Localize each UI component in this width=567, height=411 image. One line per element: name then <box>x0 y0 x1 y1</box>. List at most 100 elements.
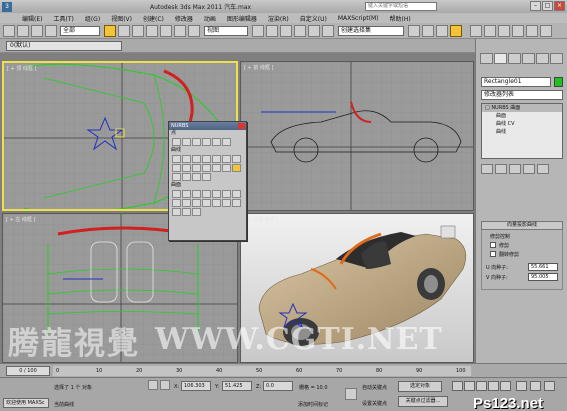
object-name-field[interactable]: Rectangle01 <box>481 77 551 87</box>
go-to-start-icon[interactable] <box>452 381 463 391</box>
multisided-blend-icon[interactable] <box>172 208 181 216</box>
maxscript-listener[interactable]: 欢迎使用 MAXSc <box>3 398 49 408</box>
viewport-label-left[interactable]: [ + 左 线框 ] <box>6 216 35 223</box>
blend-curve-icon[interactable] <box>212 155 221 163</box>
cv-surface-icon[interactable] <box>172 190 181 198</box>
cap-surface-icon[interactable] <box>192 199 201 207</box>
snap-icon[interactable] <box>294 25 306 37</box>
set-key-label[interactable]: 设置关键点 <box>362 400 387 407</box>
close-button[interactable]: × <box>554 1 565 11</box>
offset-surface-icon[interactable] <box>212 190 221 198</box>
configure-sets-icon[interactable] <box>537 164 549 174</box>
material-editor-icon[interactable] <box>498 25 510 37</box>
next-frame-icon[interactable] <box>488 381 499 391</box>
stack-item-nurbs-surface[interactable]: □ NURBS 曲面 <box>482 104 562 112</box>
graphite-tools-icon[interactable] <box>450 25 462 37</box>
percent-snap-icon[interactable] <box>322 25 334 37</box>
menu-create[interactable]: 创建(C) <box>143 14 164 23</box>
add-time-tag[interactable]: 添加时间标记 <box>298 401 328 408</box>
time-slider[interactable]: 0 / 100 <box>6 366 50 376</box>
named-selection-dropdown[interactable]: 创建选择集 <box>338 26 404 36</box>
auto-key-label[interactable]: 自动关键点 <box>362 384 387 391</box>
extrude-surface-icon[interactable] <box>232 190 241 198</box>
ref-coord-dropdown[interactable]: 视图 <box>204 26 248 36</box>
absolute-mode-icon[interactable] <box>160 380 170 390</box>
transform-curve-icon[interactable] <box>202 155 211 163</box>
play-icon[interactable] <box>476 381 487 391</box>
fit-curve-icon[interactable] <box>192 155 201 163</box>
rotate-icon[interactable] <box>174 25 186 37</box>
layer-manager-icon[interactable] <box>436 25 448 37</box>
selection-filter-dropdown[interactable]: 全部 <box>60 26 100 36</box>
nurbs-toolbox-title[interactable]: NURBS <box>169 122 246 130</box>
chamfer-curve-icon[interactable] <box>172 164 181 172</box>
zoom-icon[interactable] <box>516 381 527 391</box>
menu-modifiers[interactable]: 修改器 <box>175 14 193 23</box>
unlink-icon[interactable] <box>45 25 57 37</box>
viewport-label-top[interactable]: [ + 顶 线框 ] <box>7 65 36 72</box>
create-tab-icon[interactable] <box>480 53 493 64</box>
schematic-view-icon[interactable] <box>484 25 496 37</box>
pin-stack-icon[interactable] <box>481 164 493 174</box>
menu-help[interactable]: 帮助(H) <box>390 14 411 23</box>
x-coord-field[interactable]: 106.303 <box>181 381 211 391</box>
modifier-list-dropdown[interactable]: 修改器列表 <box>481 90 563 100</box>
surface-curve-point-icon[interactable] <box>222 138 231 146</box>
vector-projected-curve-icon[interactable] <box>232 164 241 172</box>
surface-point-icon[interactable] <box>212 138 221 146</box>
point-tool-icon[interactable] <box>172 138 181 146</box>
select-region-icon[interactable] <box>132 25 144 37</box>
app-logo-icon[interactable]: 3 <box>2 1 12 12</box>
object-color-swatch[interactable] <box>554 77 563 87</box>
v-iso-curve-icon[interactable] <box>212 164 221 172</box>
show-end-result-icon[interactable] <box>495 164 507 174</box>
point-curve-on-surface-icon[interactable] <box>182 173 191 181</box>
curve-editor-icon[interactable] <box>470 25 482 37</box>
display-tab-icon[interactable] <box>536 53 549 64</box>
point-surface-icon[interactable] <box>182 190 191 198</box>
move-icon[interactable] <box>160 25 172 37</box>
undo-icon[interactable] <box>3 25 15 37</box>
nurbs-toolbox[interactable]: NURBS 点 曲线 曲面 <box>168 121 247 241</box>
rail-sweep-1-icon[interactable] <box>222 199 231 207</box>
utilities-tab-icon[interactable] <box>550 53 563 64</box>
surface-edge-curve-icon[interactable] <box>202 173 211 181</box>
lock-selection-icon[interactable] <box>148 380 158 390</box>
menu-edit[interactable]: 编辑(E) <box>22 14 42 23</box>
mirror-surface-icon[interactable] <box>222 190 231 198</box>
modify-tab-icon[interactable] <box>494 53 507 64</box>
ruled-surface-icon[interactable] <box>182 199 191 207</box>
offset-point-icon[interactable] <box>182 138 191 146</box>
link-icon[interactable] <box>31 25 43 37</box>
point-curve-icon[interactable] <box>182 155 191 163</box>
blend-surface-icon[interactable] <box>202 190 211 198</box>
key-selection-dropdown[interactable]: 选定对象 <box>398 381 442 392</box>
u-iso-curve-icon[interactable] <box>202 164 211 172</box>
cv-curve-on-surface-icon[interactable] <box>172 173 181 181</box>
surface-intersect-curve-icon[interactable] <box>192 164 201 172</box>
trim-checkbox[interactable] <box>490 242 496 248</box>
curve-point-icon[interactable] <box>192 138 201 146</box>
menu-graph-editors[interactable]: 图形编辑器 <box>227 14 257 23</box>
z-coord-field[interactable]: 0.0 <box>263 381 293 391</box>
rollout-vector-projected-curve[interactable]: 向量投影曲线 <box>481 221 563 230</box>
set-key-icon[interactable] <box>345 388 357 400</box>
offset-curve-icon[interactable] <box>222 155 231 163</box>
keyboard-shortcut-icon[interactable] <box>280 25 292 37</box>
y-coord-field[interactable]: 51.425 <box>222 381 252 391</box>
close-icon[interactable] <box>238 123 245 129</box>
go-to-end-icon[interactable] <box>500 381 511 391</box>
mirror-curve-icon[interactable] <box>232 155 241 163</box>
viewport-front[interactable]: [ + 前 线框 ] <box>240 61 474 211</box>
curve-curve-point-icon[interactable] <box>202 138 211 146</box>
rendered-frame-icon[interactable] <box>526 25 538 37</box>
align-icon[interactable] <box>422 25 434 37</box>
render-setup-icon[interactable] <box>512 25 524 37</box>
stack-item-surface[interactable]: 曲面 <box>482 112 562 120</box>
scale-icon[interactable] <box>188 25 200 37</box>
fillet-curve-icon[interactable] <box>182 164 191 172</box>
menu-tools[interactable]: 工具(T) <box>53 14 73 23</box>
manipulate-icon[interactable] <box>266 25 278 37</box>
previous-frame-icon[interactable] <box>464 381 475 391</box>
pan-icon[interactable] <box>544 381 555 391</box>
